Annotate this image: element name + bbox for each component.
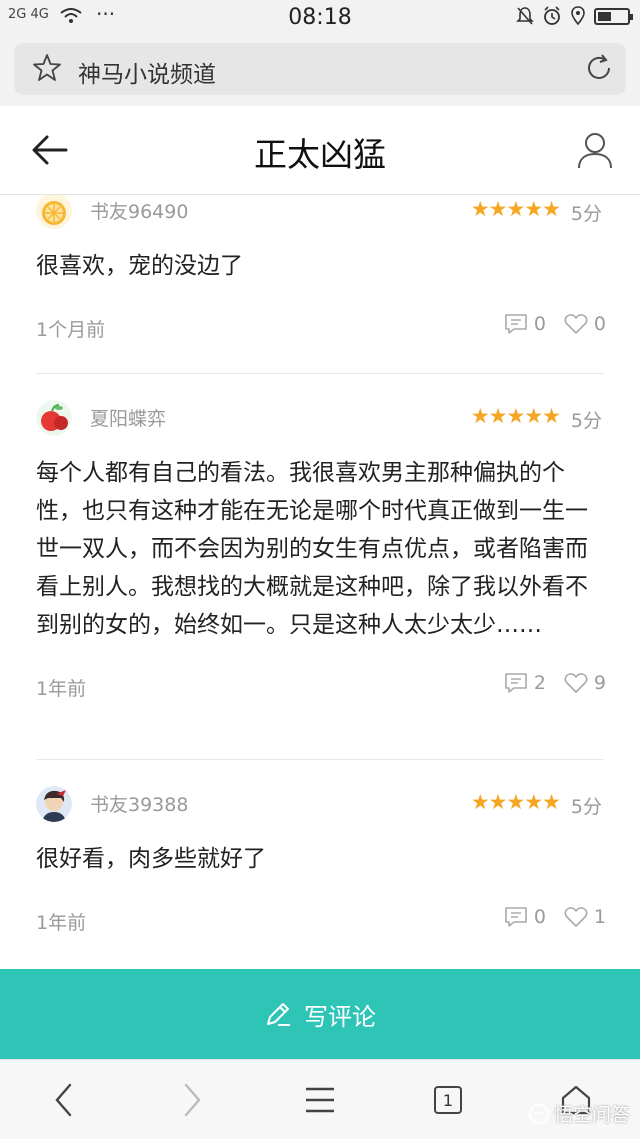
pencil-icon bbox=[267, 1003, 290, 1026]
character-avatar-icon bbox=[36, 786, 72, 822]
rating-score: 5分 bbox=[570, 203, 602, 225]
comment-text: 每个人都有自己的看法。我很喜欢男主那种偏执的个性，也只有这种才能在无论是哪个时代… bbox=[36, 460, 588, 638]
alarm-icon bbox=[544, 6, 560, 25]
like-count: 1 bbox=[593, 906, 606, 928]
page-header: 正太凶猛 bbox=[0, 106, 640, 195]
browser-bottom-nav: 1 悟空问答 bbox=[0, 1059, 640, 1139]
avatar[interactable] bbox=[36, 195, 72, 229]
comment-text: 很好看，肉多些就好了 bbox=[36, 846, 266, 872]
user-button[interactable] bbox=[576, 130, 614, 170]
rating-stars: ★★★★★ bbox=[470, 790, 561, 814]
comment-item: 夏阳蝶弈 ★★★★★ 5分 每个人都有自己的看法。我很喜欢男主那种偏执的个性，也… bbox=[36, 398, 606, 708]
address-text[interactable]: 神马小说频道 bbox=[78, 55, 216, 89]
heart-icon bbox=[564, 907, 588, 927]
comment-item: 书友96490 ★★★★★ 5分 很喜欢，宠的没边了 1个月前 0 0 bbox=[36, 195, 606, 349]
comment-text: 很喜欢，宠的没边了 bbox=[36, 253, 243, 279]
comment-item: 书友39388 ★★★★★ 5分 很好看，肉多些就好了 1年前 0 1 bbox=[36, 784, 606, 942]
reply-count: 0 bbox=[533, 313, 546, 335]
like-count: 0 bbox=[593, 313, 606, 335]
write-comment-label: 写评论 bbox=[304, 1002, 376, 1031]
nav-back-button[interactable] bbox=[40, 1078, 88, 1122]
location-icon bbox=[571, 6, 585, 26]
wukong-logo-icon bbox=[528, 1103, 549, 1124]
avatar[interactable] bbox=[36, 400, 72, 436]
avatar[interactable] bbox=[36, 786, 72, 822]
browser-toolbar: 神马小说频道 bbox=[0, 34, 640, 106]
bookmark-star-icon[interactable] bbox=[32, 53, 62, 83]
reload-icon[interactable] bbox=[584, 53, 614, 83]
address-bar[interactable]: 神马小说频道 bbox=[14, 43, 626, 95]
page-title: 正太凶猛 bbox=[254, 135, 386, 174]
apple-avatar-icon bbox=[36, 400, 72, 436]
nav-home-button[interactable] bbox=[552, 1078, 600, 1122]
comment-icon bbox=[505, 314, 527, 334]
reply-button[interactable]: 0 bbox=[504, 313, 546, 335]
like-button[interactable]: 1 bbox=[564, 906, 606, 928]
comment-time: 1年前 bbox=[36, 912, 87, 934]
username[interactable]: 书友96490 bbox=[90, 197, 188, 224]
rating-stars: ★★★★★ bbox=[470, 197, 561, 221]
reply-count: 2 bbox=[533, 672, 546, 694]
comment-icon bbox=[505, 907, 527, 927]
heart-icon bbox=[564, 314, 588, 334]
like-button[interactable]: 9 bbox=[564, 672, 606, 694]
battery-fill bbox=[598, 11, 611, 21]
reply-button[interactable]: 0 bbox=[504, 906, 546, 928]
rating-score: 5分 bbox=[570, 796, 602, 818]
username[interactable]: 书友39388 bbox=[90, 790, 188, 817]
heart-icon bbox=[564, 673, 588, 693]
comment-list[interactable]: 书友96490 ★★★★★ 5分 很喜欢，宠的没边了 1个月前 0 0 夏阳蝶弈… bbox=[0, 195, 640, 969]
divider bbox=[36, 373, 604, 374]
write-comment-button[interactable]: 写评论 bbox=[0, 969, 640, 1059]
rating-score: 5分 bbox=[570, 410, 602, 432]
tabs-count: 1 bbox=[434, 1086, 462, 1114]
like-count: 9 bbox=[593, 672, 606, 694]
nav-menu-button[interactable] bbox=[296, 1078, 344, 1122]
reply-button[interactable]: 2 bbox=[504, 672, 546, 694]
nav-tabs-button[interactable]: 1 bbox=[424, 1078, 472, 1122]
battery-icon bbox=[594, 7, 633, 25]
username[interactable]: 夏阳蝶弈 bbox=[90, 404, 166, 431]
back-arrow-icon bbox=[32, 135, 68, 165]
rating-stars: ★★★★★ bbox=[470, 404, 561, 428]
comment-icon bbox=[505, 673, 527, 693]
comment-time: 1个月前 bbox=[36, 319, 106, 341]
reply-count: 0 bbox=[533, 906, 546, 928]
nav-forward-button[interactable] bbox=[168, 1078, 216, 1122]
chevron-left-icon bbox=[55, 1083, 72, 1117]
back-button[interactable] bbox=[30, 132, 70, 168]
home-icon bbox=[561, 1085, 591, 1115]
comment-time: 1年前 bbox=[36, 678, 87, 700]
orange-avatar-icon bbox=[36, 195, 72, 229]
menu-icon bbox=[306, 1087, 334, 1113]
chevron-right-icon bbox=[184, 1083, 201, 1117]
divider bbox=[36, 759, 604, 760]
mute-icon bbox=[516, 7, 534, 25]
user-icon bbox=[578, 133, 612, 169]
like-button[interactable]: 0 bbox=[564, 313, 606, 335]
status-bar: 2G 4G ··· 08:18 bbox=[0, 0, 640, 34]
